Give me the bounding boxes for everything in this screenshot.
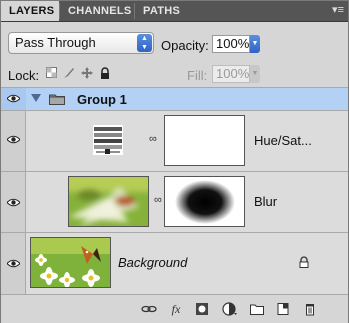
layer-row-group[interactable]: Group 1 — [1, 88, 348, 111]
layer-row-hue-sat[interactable]: ∞ Hue/Sat... — [1, 111, 348, 172]
layer-list: Group 1 ∞ Hue/Sat... ∞ Blur Background — [1, 87, 348, 294]
trash-icon[interactable] — [302, 302, 318, 316]
opacity-input[interactable]: 100% — [212, 35, 250, 53]
blend-mode-select[interactable]: Pass Through ▲ ▼ — [8, 32, 154, 54]
layer-mask-thumbnail[interactable] — [164, 115, 245, 166]
fill-input[interactable]: 100% — [212, 65, 250, 83]
layer-name[interactable]: Blur — [254, 194, 277, 209]
tab-paths[interactable]: PATHS — [135, 1, 191, 21]
link-layers-icon[interactable] — [141, 302, 157, 316]
lock-transparency-icon[interactable] — [46, 67, 57, 78]
layers-footer: fx — [1, 294, 348, 323]
lock-position-icon[interactable] — [81, 67, 93, 79]
layers-panel: LAYERS CHANNELS PATHS ▾≡ Pass Through ▲ ▼… — [0, 0, 349, 323]
opacity-dropdown-button[interactable]: ▼ — [250, 35, 260, 53]
adjustment-thumbnail-icon[interactable] — [93, 125, 123, 155]
lock-all-icon[interactable] — [100, 67, 110, 79]
layer-row-blur[interactable]: ∞ Blur — [1, 172, 348, 233]
lock-icon — [299, 256, 309, 268]
blend-mode-value: Pass Through — [15, 35, 96, 50]
layer-row-background[interactable]: Background — [1, 233, 348, 293]
panel-menu-icon[interactable]: ▾≡ — [332, 3, 344, 16]
tab-layers[interactable]: LAYERS — [1, 1, 59, 21]
disclosure-triangle-icon[interactable] — [31, 94, 41, 102]
background-image-thumbnail[interactable] — [30, 237, 111, 288]
add-mask-icon[interactable] — [194, 302, 210, 316]
link-icon[interactable]: ∞ — [154, 194, 162, 206]
lock-pixels-icon[interactable] — [63, 67, 75, 79]
layer-name[interactable]: Background — [118, 255, 187, 270]
link-icon[interactable]: ∞ — [149, 133, 157, 145]
tab-channels[interactable]: CHANNELS — [60, 1, 134, 21]
eye-icon[interactable] — [7, 259, 20, 268]
fx-layer-style-icon[interactable]: fx — [168, 302, 184, 316]
opacity-label: Opacity: — [161, 38, 209, 53]
lock-label: Lock: — [8, 68, 40, 83]
blurred-image-thumbnail[interactable] — [68, 176, 149, 227]
fill-label: Fill: — [187, 68, 208, 83]
eye-icon[interactable] — [7, 198, 20, 207]
updown-arrows-icon: ▲ ▼ — [137, 34, 152, 52]
fill-dropdown-button[interactable]: ▼ — [250, 65, 260, 83]
new-adjustment-layer-icon[interactable] — [222, 302, 238, 316]
selection-highlight — [26, 88, 348, 110]
tab-bar: LAYERS CHANNELS PATHS ▾≡ — [1, 1, 348, 22]
eye-icon[interactable] — [7, 94, 20, 103]
new-group-icon[interactable] — [249, 302, 265, 316]
folder-icon — [49, 94, 65, 105]
blur-mask-thumbnail[interactable] — [164, 176, 245, 227]
layer-name[interactable]: Hue/Sat... — [254, 133, 312, 148]
eye-icon[interactable] — [7, 135, 20, 144]
new-layer-icon[interactable] — [275, 302, 291, 316]
layer-name[interactable]: Group 1 — [77, 92, 127, 107]
